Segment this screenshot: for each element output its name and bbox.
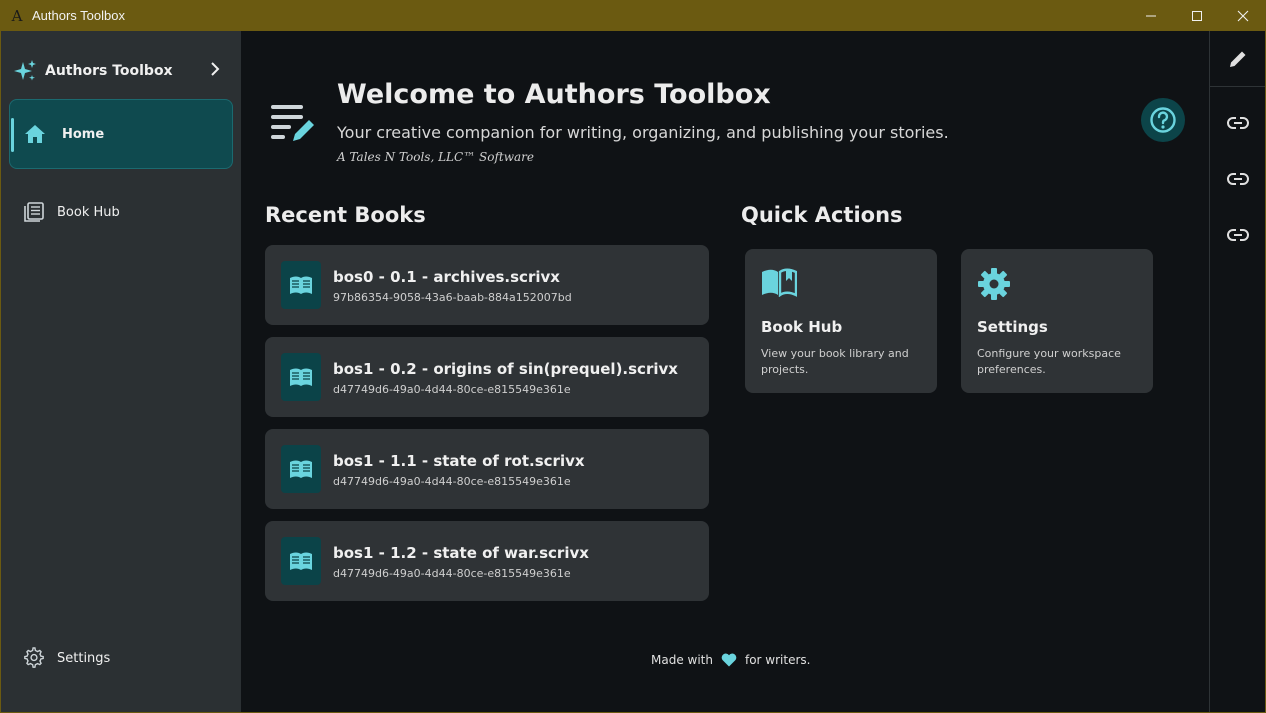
close-button[interactable] — [1220, 0, 1266, 31]
recent-books-title: Recent Books — [265, 203, 426, 227]
link-icon — [1227, 229, 1249, 241]
pencil-icon — [1230, 51, 1246, 67]
app-logo-icon: A — [11, 6, 23, 25]
book-name: bos1 - 1.2 - state of war.scrivx — [333, 544, 589, 562]
book-library-icon — [24, 202, 44, 222]
quick-action-title: Book Hub — [761, 318, 843, 336]
help-icon — [1150, 107, 1176, 133]
page-title: Welcome to Authors Toolbox — [337, 79, 771, 110]
open-book-icon — [290, 276, 312, 294]
sidebar-item-book-hub[interactable]: Book Hub — [9, 191, 233, 233]
window-title: Authors Toolbox — [32, 8, 125, 23]
recent-book-card[interactable]: bos0 - 0.1 - archives.scrivx 97b86354-90… — [265, 245, 709, 325]
open-book-icon — [290, 368, 312, 386]
gear-icon — [978, 268, 1010, 300]
sidebar-brand[interactable]: Authors Toolbox — [13, 59, 223, 83]
sidebar-item-label: Book Hub — [57, 204, 120, 220]
open-book-icon — [762, 268, 797, 297]
sidebar-item-label: Settings — [57, 650, 111, 666]
link-icon — [1227, 173, 1249, 185]
edit-notes-icon — [271, 105, 314, 141]
quick-action-title: Settings — [977, 318, 1048, 336]
help-button[interactable] — [1141, 98, 1185, 142]
book-id: 97b86354-9058-43a6-baab-884a152007bd — [333, 291, 572, 304]
recent-book-card[interactable]: bos1 - 1.2 - state of war.scrivx d47749d… — [265, 521, 709, 601]
sidebar-item-label: Home — [62, 126, 105, 142]
book-id: d47749d6-49a0-4d44-80ce-e815549e361e — [333, 475, 571, 488]
minimize-button[interactable] — [1128, 0, 1174, 31]
close-icon — [1237, 10, 1249, 21]
quick-action-description: Configure your workspace preferences. — [977, 347, 1121, 376]
main-content: Welcome to Authors Toolbox Your creative… — [241, 31, 1209, 712]
heart-icon — [721, 653, 737, 667]
sparkle-icon — [14, 60, 36, 81]
book-name: bos0 - 0.1 - archives.scrivx — [333, 268, 560, 286]
page-tagline: A Tales N Tools, LLC™ Software — [337, 150, 534, 164]
quick-action-book-hub[interactable]: Book Hub View your book library and proj… — [745, 249, 937, 393]
quick-actions-title: Quick Actions — [741, 203, 903, 227]
book-name: bos1 - 1.1 - state of rot.scrivx — [333, 452, 585, 470]
quick-action-settings[interactable]: Settings Configure your workspace prefer… — [961, 249, 1153, 393]
footer-suffix: for writers. — [744, 653, 811, 667]
sidebar: Authors Toolbox Home Book Hub Settings — [1, 31, 241, 712]
right-rail — [1209, 31, 1266, 712]
recent-book-card[interactable]: bos1 - 0.2 - origins of sin(prequel).scr… — [265, 337, 709, 417]
link-icon — [1227, 117, 1249, 129]
sidebar-brand-label: Authors Toolbox — [45, 63, 173, 79]
chevron-right-icon[interactable] — [207, 61, 223, 77]
open-book-icon — [290, 460, 312, 478]
link-button-2[interactable] — [1210, 159, 1266, 199]
home-icon — [25, 125, 45, 143]
book-thumbnail — [281, 445, 321, 493]
page-subtitle: Your creative companion for writing, org… — [337, 123, 949, 142]
gear-icon — [24, 647, 44, 668]
recent-book-card[interactable]: bos1 - 1.1 - state of rot.scrivx d47749d… — [265, 429, 709, 509]
book-thumbnail — [281, 537, 321, 585]
open-book-icon — [290, 552, 312, 570]
sidebar-item-home[interactable]: Home — [9, 99, 233, 169]
book-id: d47749d6-49a0-4d44-80ce-e815549e361e — [333, 383, 571, 396]
sidebar-item-settings[interactable]: Settings — [9, 637, 233, 679]
book-name: bos1 - 0.2 - origins of sin(prequel).scr… — [333, 360, 678, 378]
link-button-1[interactable] — [1210, 103, 1266, 143]
footer-note: Made with for writers. — [651, 653, 810, 667]
maximize-icon — [1192, 10, 1202, 21]
minimize-icon — [1146, 15, 1156, 16]
maximize-button[interactable] — [1174, 0, 1220, 31]
window-controls — [1128, 0, 1266, 31]
book-thumbnail — [281, 261, 321, 309]
edit-button[interactable] — [1210, 31, 1266, 87]
quick-action-description: View your book library and projects. — [761, 347, 909, 376]
book-thumbnail — [281, 353, 321, 401]
footer-prefix: Made with — [651, 653, 713, 667]
link-button-3[interactable] — [1210, 215, 1266, 255]
title-bar: A Authors Toolbox — [0, 0, 1266, 31]
book-id: d47749d6-49a0-4d44-80ce-e815549e361e — [333, 567, 571, 580]
